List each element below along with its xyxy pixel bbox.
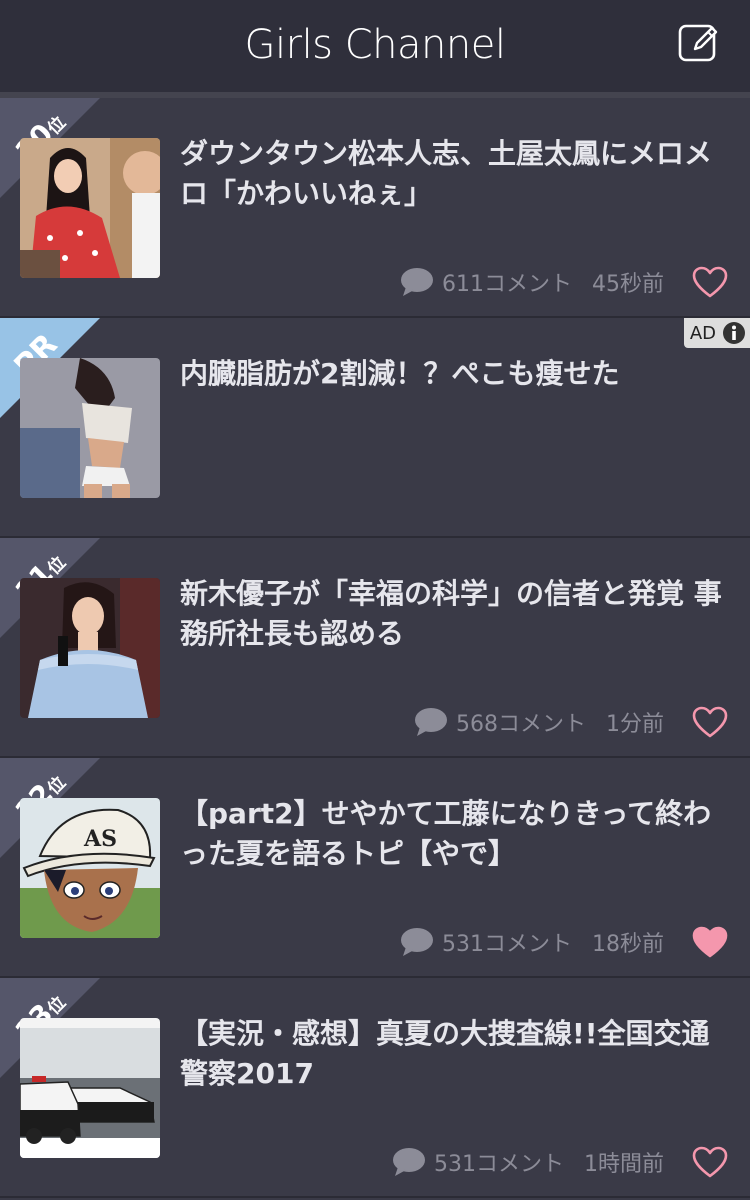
heart-icon[interactable] bbox=[692, 706, 728, 738]
topic-title[interactable]: 新木優子が「幸福の科学」の信者と発覚 事務所社長も認める bbox=[180, 574, 725, 654]
comment-icon bbox=[401, 928, 433, 956]
list-item[interactable]: 10位 ダウンタウン松本人志、土屋太鳳にメロメロ「かわいいねぇ」 bbox=[0, 98, 750, 318]
app-title: Girls Channel bbox=[244, 22, 506, 68]
ad-badge[interactable]: AD bbox=[683, 318, 750, 348]
heart-icon-filled[interactable] bbox=[692, 926, 728, 958]
post-time: 1分前 bbox=[606, 712, 664, 737]
list-item[interactable]: 12位 AS 【part2】せやかて工藤になりきって終わった夏 bbox=[0, 758, 750, 978]
topic-list: 10位 ダウンタウン松本人志、土屋太鳳にメロメロ「かわいいねぇ」 bbox=[0, 98, 750, 1198]
thumbnail-image[interactable]: AS bbox=[20, 798, 160, 938]
compose-icon[interactable] bbox=[678, 22, 720, 64]
ad-label: AD bbox=[689, 322, 716, 344]
thumbnail-image[interactable] bbox=[20, 1018, 160, 1158]
topic-title[interactable]: ダウンタウン松本人志、土屋太鳳にメロメロ「かわいいねぇ」 bbox=[180, 134, 725, 214]
comment-count: 611コメント bbox=[442, 272, 572, 297]
topic-title[interactable]: 【実況・感想】真夏の大捜査線!!全国交通警察2017 bbox=[180, 1014, 725, 1094]
topic-meta: 531コメント 18秒前 bbox=[400, 925, 664, 959]
header-bar: Girls Channel bbox=[0, 0, 750, 93]
comment-icon bbox=[393, 1148, 425, 1176]
info-icon[interactable] bbox=[722, 321, 746, 345]
post-time: 1時間前 bbox=[584, 1152, 664, 1177]
heart-icon[interactable] bbox=[692, 1146, 728, 1178]
comment-icon bbox=[401, 268, 433, 296]
list-item-ad[interactable]: PR AD 内臓脂肪が2割減！？ぺこも痩せた bbox=[0, 318, 750, 538]
topic-title[interactable]: 【part2】せやかて工藤になりきって終わった夏を語るトピ【やで】 bbox=[180, 794, 725, 874]
heart-icon[interactable] bbox=[692, 266, 728, 298]
app-screen: Girls Channel 10位 bbox=[0, 0, 750, 1200]
topic-meta: 611コメント 45秒前 bbox=[400, 265, 664, 299]
comment-icon bbox=[415, 708, 447, 736]
topic-meta: 568コメント 1分前 bbox=[414, 705, 664, 739]
thumbnail-image[interactable] bbox=[20, 358, 160, 498]
comment-count: 531コメント bbox=[442, 932, 572, 957]
post-time: 18秒前 bbox=[592, 932, 664, 957]
topic-meta: 531コメント 1時間前 bbox=[392, 1145, 664, 1179]
list-item[interactable]: 11位 新木優子が「幸福の科学」の信者と発覚 事務所社長も認める bbox=[0, 538, 750, 758]
comment-count: 568コメント bbox=[456, 712, 586, 737]
post-time: 45秒前 bbox=[592, 272, 664, 297]
list-item[interactable]: 13位 【実況・感想】真夏の大捜査線!!全国交通警察2017 bbox=[0, 978, 750, 1198]
topic-title[interactable]: 内臓脂肪が2割減！？ぺこも痩せた bbox=[180, 354, 725, 394]
thumbnail-image[interactable] bbox=[20, 138, 160, 278]
svg-text:AS: AS bbox=[83, 826, 117, 852]
comment-count: 531コメント bbox=[434, 1152, 564, 1177]
thumbnail-image[interactable] bbox=[20, 578, 160, 718]
